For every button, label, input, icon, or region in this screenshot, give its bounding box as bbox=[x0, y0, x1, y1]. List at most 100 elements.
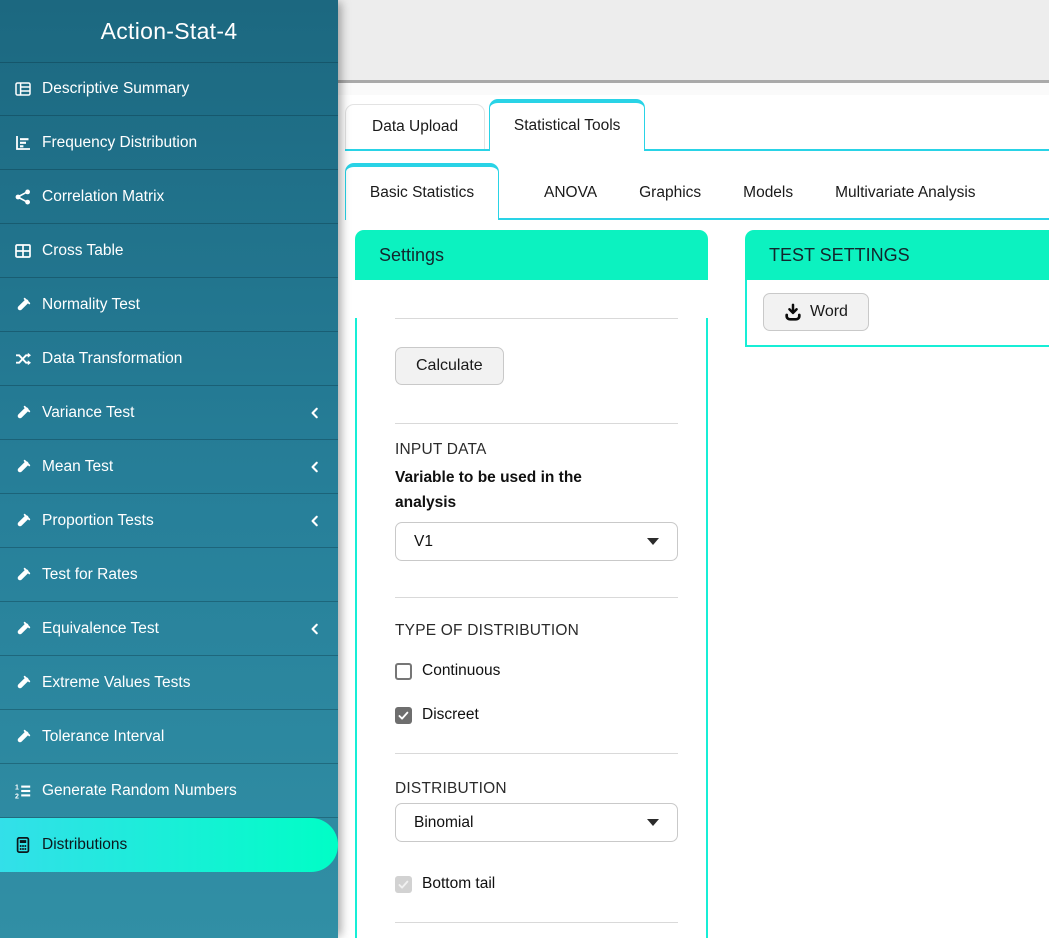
caret-down-icon bbox=[647, 819, 659, 826]
sidebar-item-label: Tolerance Interval bbox=[42, 728, 164, 746]
distribution-select[interactable]: Binomial bbox=[395, 803, 678, 842]
vial-icon bbox=[14, 512, 33, 529]
discreet-label: Discreet bbox=[422, 706, 479, 724]
sidebar-item-label: Descriptive Summary bbox=[42, 80, 189, 98]
sidebar-item-label: Mean Test bbox=[42, 458, 113, 476]
sidebar-item-label: Variance Test bbox=[42, 404, 134, 422]
panels-row: Settings Calculate INPUT DATA Variable t… bbox=[338, 230, 1049, 927]
divider bbox=[395, 318, 678, 319]
sidebar-item-label: Normality Test bbox=[42, 296, 140, 314]
bar-chart-icon bbox=[14, 134, 33, 151]
sidebar-item-label: Proportion Tests bbox=[42, 512, 154, 530]
vial-icon bbox=[14, 728, 33, 745]
tab-basic-statistics[interactable]: Basic Statistics bbox=[345, 163, 499, 220]
calculator-icon bbox=[14, 836, 33, 853]
sidebar-item-label: Data Transformation bbox=[42, 350, 182, 368]
test-settings-panel-header: TEST SETTINGS bbox=[745, 230, 1049, 280]
tab-label: Basic Statistics bbox=[370, 184, 474, 202]
app-title: Action-Stat-4 bbox=[0, 0, 338, 62]
secondary-tab-bar: Basic Statistics ANOVA Graphics Models M… bbox=[345, 151, 1049, 220]
caret-down-icon bbox=[647, 538, 659, 545]
sidebar-item-extreme-values-tests[interactable]: Extreme Values Tests bbox=[0, 656, 338, 710]
sidebar-item-cross-table[interactable]: Cross Table bbox=[0, 224, 338, 278]
sidebar-nav: Descriptive Summary Frequency Distributi… bbox=[0, 62, 338, 872]
ordered-list-icon: 12 bbox=[14, 782, 33, 799]
main-content: Data Upload Statistical Tools Basic Stat… bbox=[338, 0, 1049, 938]
sidebar-item-label: Correlation Matrix bbox=[42, 188, 164, 206]
tab-multivariate-analysis[interactable]: Multivariate Analysis bbox=[814, 184, 996, 218]
discreet-checkbox-row[interactable]: Discreet bbox=[395, 706, 678, 724]
bottom-tail-label: Bottom tail bbox=[422, 875, 495, 893]
word-button-label: Word bbox=[810, 303, 848, 321]
distribution-select-value: Binomial bbox=[414, 814, 473, 832]
tab-models[interactable]: Models bbox=[722, 184, 814, 218]
sidebar-item-mean-test[interactable]: Mean Test bbox=[0, 440, 338, 494]
sidebar-item-tolerance-interval[interactable]: Tolerance Interval bbox=[0, 710, 338, 764]
sidebar: Action-Stat-4 Descriptive Summary Freque… bbox=[0, 0, 338, 938]
tab-label: Data Upload bbox=[372, 118, 458, 136]
download-icon bbox=[784, 303, 802, 321]
variable-select-value: V1 bbox=[414, 533, 433, 551]
variable-select[interactable]: V1 bbox=[395, 522, 678, 561]
sidebar-item-descriptive-summary[interactable]: Descriptive Summary bbox=[0, 62, 338, 116]
continuous-label: Continuous bbox=[422, 662, 500, 680]
tab-graphics[interactable]: Graphics bbox=[618, 184, 722, 218]
continuous-checkbox[interactable] bbox=[395, 663, 412, 680]
sidebar-item-label: Cross Table bbox=[42, 242, 124, 260]
continuous-checkbox-row[interactable]: Continuous bbox=[395, 662, 678, 680]
chevron-left-icon bbox=[308, 513, 322, 529]
tab-label: Statistical Tools bbox=[514, 117, 621, 135]
sidebar-item-label: Equivalence Test bbox=[42, 620, 159, 638]
chevron-left-icon bbox=[308, 405, 322, 421]
tab-anova[interactable]: ANOVA bbox=[523, 184, 618, 218]
tab-statistical-tools[interactable]: Statistical Tools bbox=[489, 99, 645, 151]
tab-label: Multivariate Analysis bbox=[835, 184, 975, 201]
sidebar-item-variance-test[interactable]: Variance Test bbox=[0, 386, 338, 440]
word-export-button[interactable]: Word bbox=[763, 293, 869, 331]
sidebar-item-test-for-rates[interactable]: Test for Rates bbox=[0, 548, 338, 602]
vial-icon bbox=[14, 404, 33, 421]
top-header-bar bbox=[338, 0, 1049, 83]
sidebar-item-distributions[interactable]: Distributions bbox=[0, 818, 338, 872]
vial-icon bbox=[14, 674, 33, 691]
sidebar-item-label: Frequency Distribution bbox=[42, 134, 197, 152]
svg-text:1: 1 bbox=[15, 784, 19, 791]
tab-label: Models bbox=[743, 184, 793, 201]
test-settings-panel-title: TEST SETTINGS bbox=[769, 245, 910, 266]
calculate-button[interactable]: Calculate bbox=[395, 347, 504, 385]
calculate-button-label: Calculate bbox=[416, 357, 483, 375]
tab-label: Graphics bbox=[639, 184, 701, 201]
sidebar-item-frequency-distribution[interactable]: Frequency Distribution bbox=[0, 116, 338, 170]
discreet-checkbox[interactable] bbox=[395, 707, 412, 724]
test-settings-panel-body: Word bbox=[745, 280, 1049, 347]
chevron-left-icon bbox=[308, 459, 322, 475]
test-settings-panel: TEST SETTINGS Word bbox=[745, 230, 1049, 347]
type-of-distribution-section-label: TYPE OF DISTRIBUTION bbox=[395, 622, 678, 640]
chevron-left-icon bbox=[308, 621, 322, 637]
sidebar-item-label: Extreme Values Tests bbox=[42, 674, 190, 692]
settings-panel-header: Settings bbox=[355, 230, 708, 280]
sidebar-item-proportion-tests[interactable]: Proportion Tests bbox=[0, 494, 338, 548]
bottom-tail-checkbox-row: Bottom tail bbox=[395, 875, 678, 893]
list-icon bbox=[14, 81, 33, 98]
sidebar-item-equivalence-test[interactable]: Equivalence Test bbox=[0, 602, 338, 656]
variable-question-label: Variable to be used in the analysis bbox=[395, 465, 630, 515]
svg-text:2: 2 bbox=[15, 793, 19, 799]
sidebar-item-data-transformation[interactable]: Data Transformation bbox=[0, 332, 338, 386]
sidebar-item-generate-random-numbers[interactable]: 12 Generate Random Numbers bbox=[0, 764, 338, 818]
divider bbox=[395, 423, 678, 424]
divider bbox=[395, 753, 678, 754]
settings-panel-title: Settings bbox=[379, 245, 444, 266]
sidebar-item-label: Generate Random Numbers bbox=[42, 782, 237, 800]
input-data-section-label: INPUT DATA bbox=[395, 441, 678, 459]
sidebar-item-label: Distributions bbox=[42, 836, 127, 854]
vial-icon bbox=[14, 566, 33, 583]
vial-icon bbox=[14, 458, 33, 475]
bottom-tail-checkbox bbox=[395, 876, 412, 893]
tab-data-upload[interactable]: Data Upload bbox=[345, 104, 485, 149]
primary-tab-bar: Data Upload Statistical Tools bbox=[345, 95, 1049, 151]
sidebar-item-correlation-matrix[interactable]: Correlation Matrix bbox=[0, 170, 338, 224]
sidebar-item-normality-test[interactable]: Normality Test bbox=[0, 278, 338, 332]
app-window: Action-Stat-4 Descriptive Summary Freque… bbox=[0, 0, 1049, 938]
vial-icon bbox=[14, 620, 33, 637]
